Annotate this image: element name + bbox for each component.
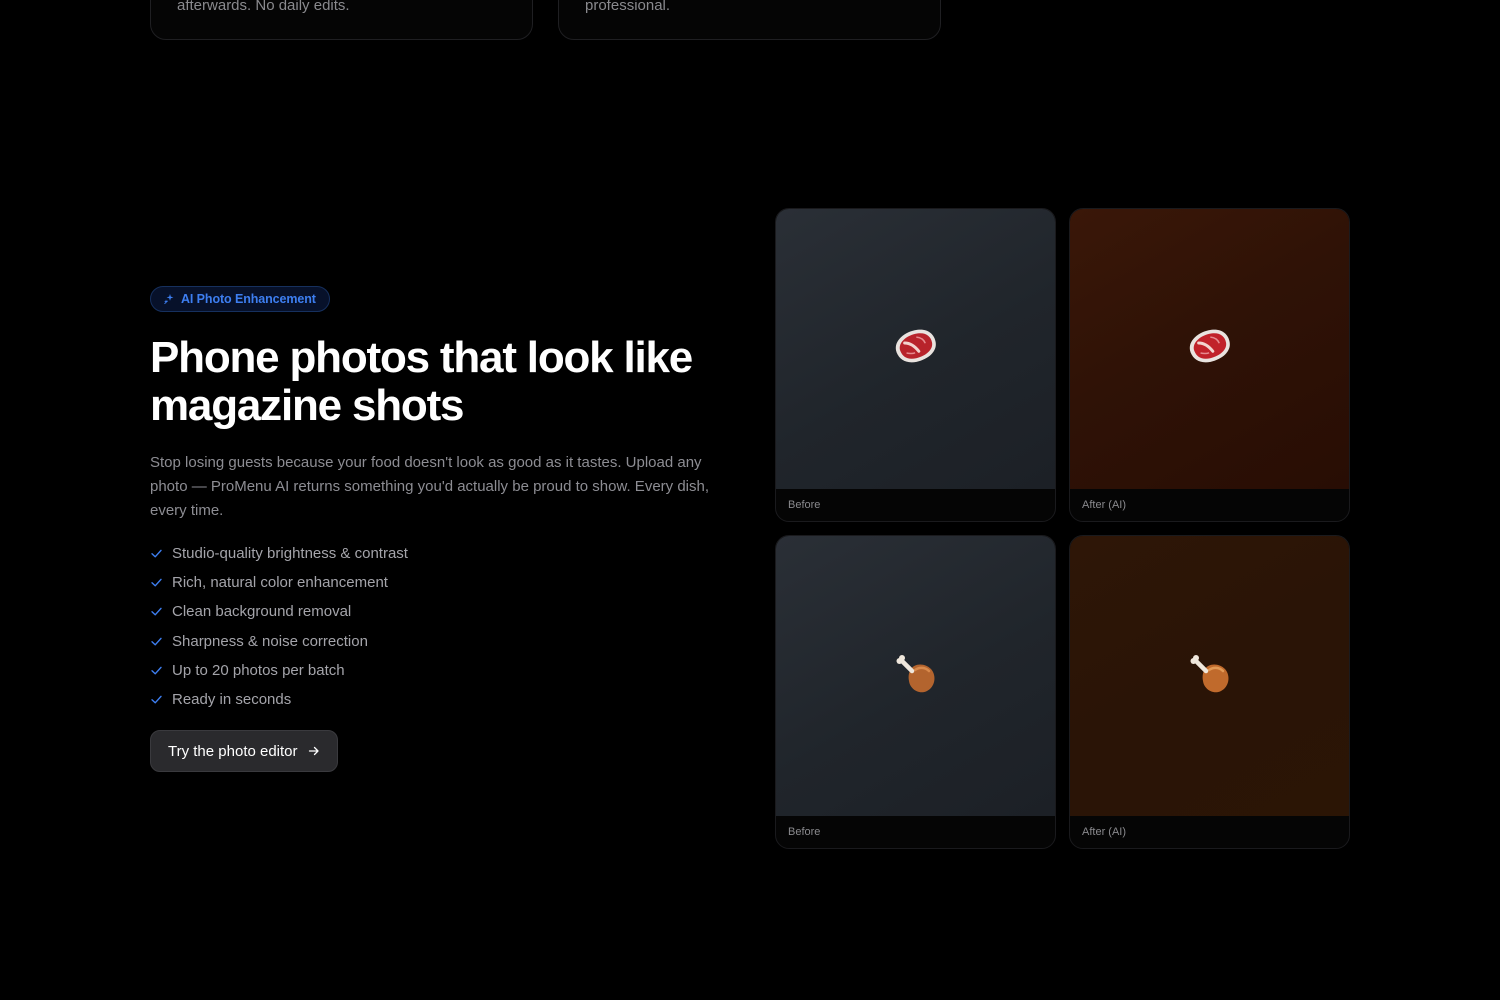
after-photo: [1070, 209, 1349, 489]
feature-item: Ready in seconds: [150, 685, 408, 714]
check-icon: [150, 547, 163, 560]
try-photo-editor-label: Try the photo editor: [168, 742, 298, 760]
feature-item: Studio-quality brightness & contrast: [150, 539, 408, 568]
feature-text: Sharpness & noise correction: [172, 632, 368, 650]
photo-caption: After (AI): [1082, 826, 1127, 838]
check-icon: [150, 664, 163, 677]
before-photo: [776, 536, 1055, 816]
photo-caption: After (AI): [1082, 499, 1127, 511]
drumstick-icon: [891, 649, 941, 699]
drumstick-icon: [1185, 649, 1235, 699]
feature-item: Up to 20 photos per batch: [150, 656, 408, 685]
feature-text: Clean background removal: [172, 603, 352, 621]
page: afterwards. No daily edits. professional…: [0, 0, 1500, 1000]
feature-item: Sharpness & noise correction: [150, 627, 408, 656]
check-icon: [150, 635, 163, 648]
section-title-line-2: magazine shots: [150, 381, 464, 430]
feature-list: Studio-quality brightness & contrast Ric…: [150, 539, 408, 714]
photo-caption: Before: [788, 499, 821, 511]
arrow-right-icon: [308, 745, 320, 757]
before-photo: [776, 209, 1055, 489]
feature-text: Studio-quality brightness & contrast: [172, 545, 408, 563]
section-title: Phone photos that look like magazine sho…: [150, 334, 750, 430]
check-icon: [150, 693, 163, 706]
feature-item: Rich, natural color enhancement: [150, 568, 408, 597]
feature-card-top-left: afterwards. No daily edits.: [150, 0, 533, 40]
section-badge-label: AI Photo Enhancement: [181, 292, 316, 306]
photo-caption: Before: [788, 826, 821, 838]
check-icon: [150, 576, 163, 589]
before-photo-card: Before: [775, 208, 1056, 522]
try-photo-editor-button[interactable]: Try the photo editor: [150, 730, 338, 772]
feature-item: Clean background removal: [150, 597, 408, 626]
feature-text: Ready in seconds: [172, 691, 292, 709]
section-description: Stop losing guests because your food doe…: [150, 454, 710, 519]
section-title-line-1: Phone photos that look like: [150, 333, 693, 382]
feature-card-text: afterwards. No daily edits.: [177, 0, 350, 14]
after-photo: [1070, 536, 1349, 816]
before-photo-card: Before: [775, 535, 1056, 849]
steak-icon: [891, 325, 941, 369]
check-icon: [150, 605, 163, 618]
feature-card-top-right: professional.: [558, 0, 941, 40]
steak-icon: [1185, 325, 1235, 369]
sparkles-icon: [163, 293, 175, 305]
feature-card-text: professional.: [585, 0, 671, 14]
feature-text: Rich, natural color enhancement: [172, 574, 388, 592]
after-photo-card: After (AI): [1069, 535, 1350, 849]
section-badge: AI Photo Enhancement: [150, 286, 330, 312]
after-photo-card: After (AI): [1069, 208, 1350, 522]
feature-text: Up to 20 photos per batch: [172, 661, 345, 679]
